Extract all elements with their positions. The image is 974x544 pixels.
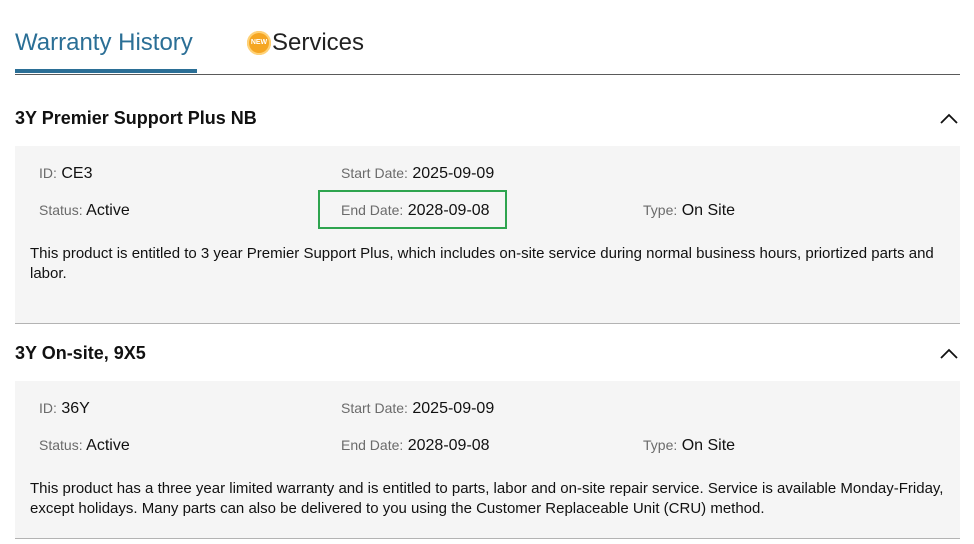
start-date-field: Start Date: 2025-09-09	[341, 400, 495, 417]
end-date-label: End Date	[341, 437, 400, 453]
start-date-label: Start Date	[341, 165, 405, 181]
type-value: On Site	[681, 202, 736, 219]
type-field: Type: On Site	[643, 202, 736, 219]
start-date-label: Start Date	[341, 400, 405, 416]
end-date-field: End Date: 2028-09-08	[341, 437, 490, 454]
tab-warranty-history-label: Warranty History	[15, 29, 193, 56]
type-value: On Site	[681, 437, 736, 454]
start-date-value: 2025-09-09	[412, 165, 495, 182]
type-label: Type	[643, 202, 674, 218]
end-date-field: End Date: 2028-09-08	[341, 202, 490, 219]
start-date-field: Start Date: 2025-09-09	[341, 165, 495, 182]
status-value: Active	[86, 437, 130, 454]
warranty-details-1: ID: CE3 Start Date: 2025-09-09 Status: A…	[15, 146, 960, 324]
id-label: ID	[39, 400, 53, 416]
warranty-header-2[interactable]: 3Y On-site, 9X5	[15, 339, 960, 369]
warranty-header-1[interactable]: 3Y Premier Support Plus NB	[15, 104, 960, 134]
chevron-up-icon[interactable]	[940, 345, 958, 363]
warranty-description: This product has a three year limited wa…	[30, 480, 944, 517]
id-label: ID	[39, 165, 53, 181]
warranty-title: 3Y On-site, 9X5	[15, 343, 146, 363]
end-date-value: 2028-09-08	[407, 437, 490, 454]
tab-services-label: Services	[272, 29, 365, 56]
status-label: Status	[39, 437, 79, 453]
chevron-up-icon[interactable]	[940, 110, 958, 128]
status-field: Status: Active	[39, 202, 130, 219]
type-label: Type	[643, 437, 674, 453]
active-tab-indicator	[15, 69, 197, 73]
id-field: ID: 36Y	[39, 400, 90, 417]
warranty-description: This product is entitled to 3 year Premi…	[30, 245, 934, 282]
id-value: CE3	[61, 165, 93, 182]
end-date-value: 2028-09-08	[407, 202, 490, 219]
status-field: Status: Active	[39, 437, 130, 454]
id-field: ID: CE3	[39, 165, 93, 182]
warranty-page: Warranty History NEW Services 3Y Premier…	[0, 0, 974, 544]
tab-warranty-history[interactable]: Warranty History	[15, 28, 197, 73]
end-date-label: End Date	[341, 202, 400, 218]
type-field: Type: On Site	[643, 437, 736, 454]
tab-bar: Warranty History NEW Services	[15, 0, 960, 75]
id-value: 36Y	[61, 400, 90, 417]
tab-services[interactable]: NEW Services	[247, 28, 364, 58]
start-date-value: 2025-09-09	[412, 400, 495, 417]
new-badge-icon: NEW	[247, 31, 271, 55]
warranty-details-2: ID: 36Y Start Date: 2025-09-09 Status: A…	[15, 381, 960, 539]
warranty-title: 3Y Premier Support Plus NB	[15, 108, 257, 128]
status-label: Status	[39, 202, 79, 218]
status-value: Active	[86, 202, 130, 219]
